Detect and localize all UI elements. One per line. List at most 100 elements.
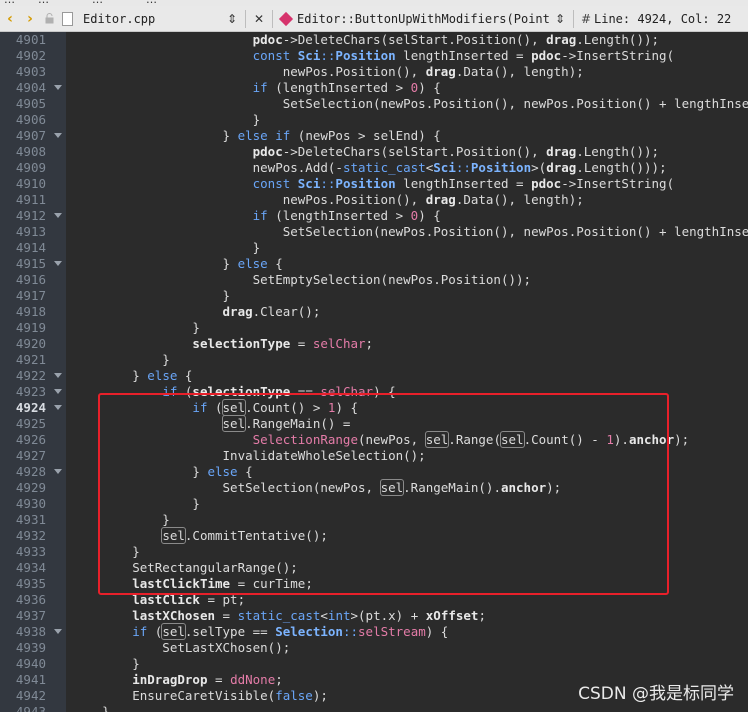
code-line[interactable]: 4943 }: [0, 704, 748, 712]
line-number: 4909: [15, 160, 46, 175]
function-switch-icon[interactable]: ⇕: [551, 6, 569, 31]
code-token: drag: [425, 64, 456, 79]
code-token: Sci: [297, 176, 321, 191]
code-line[interactable]: 4914 }: [0, 240, 748, 256]
code-line[interactable]: 4940 }: [0, 656, 748, 672]
fold-toggle-icon[interactable]: [54, 629, 62, 634]
line-number: 4927: [15, 448, 46, 463]
code-text: SetSelection(newPos.Position(), newPos.P…: [72, 96, 748, 112]
code-line[interactable]: 4932 sel.CommitTentative();: [0, 527, 748, 544]
code-line[interactable]: 4936 lastClick = pt;: [0, 592, 748, 608]
code-token: SetLastXChosen();: [72, 640, 291, 655]
code-line[interactable]: 4917 }: [0, 288, 748, 304]
code-token: }: [72, 352, 170, 367]
code-text: }: [72, 320, 200, 336]
code-token: EnsureCaretVisible(: [72, 688, 276, 703]
fold-toggle-icon[interactable]: [54, 389, 62, 394]
fold-toggle-icon[interactable]: [54, 213, 62, 218]
code-line[interactable]: 4911 newPos.Position(), drag.Data(), len…: [0, 192, 748, 208]
code-token: else: [237, 256, 276, 271]
code-token: if: [252, 80, 276, 95]
fold-toggle-icon[interactable]: [54, 373, 62, 378]
line-number: 4913: [15, 224, 46, 239]
close-icon[interactable]: ✕: [250, 6, 268, 31]
code-text: sel.RangeMain() =: [72, 415, 350, 432]
code-line[interactable]: 4921 }: [0, 352, 748, 368]
code-line[interactable]: 4913 SetSelection(newPos.Position(), new…: [0, 224, 748, 240]
code-line[interactable]: 4919 }: [0, 320, 748, 336]
code-text: SetEmptySelection(newPos.Position());: [72, 272, 531, 288]
code-token: Position: [335, 48, 396, 63]
code-line[interactable]: 4931 }: [0, 512, 748, 528]
code-text: if (lengthInserted > 0) {: [72, 208, 441, 224]
line-number: 4938: [15, 624, 46, 639]
code-text: sel.CommitTentative();: [72, 527, 328, 544]
code-token: lengthInserted =: [395, 48, 532, 63]
code-line[interactable]: 4912 if (lengthInserted > 0) {: [0, 208, 748, 224]
file-switch-icon[interactable]: ⇕: [223, 6, 241, 31]
code-line[interactable]: 4924 if (sel.Count() > 1) {: [0, 399, 748, 416]
function-selector[interactable]: Editor::ButtonUpWithModifiers(Point, u: [297, 6, 551, 31]
code-line[interactable]: 4925 sel.RangeMain() =: [0, 415, 748, 432]
code-text: SetSelection(newPos, sel.RangeMain().anc…: [72, 479, 561, 496]
code-line[interactable]: 4923 if (selectionType == selChar) {: [0, 384, 748, 400]
line-number: 4902: [15, 48, 46, 63]
code-token: );: [312, 688, 328, 703]
code-line[interactable]: 4909 newPos.Add(-static_cast<Sci::Positi…: [0, 160, 748, 176]
fold-toggle-icon[interactable]: [54, 469, 62, 474]
line-number: 4920: [15, 336, 46, 351]
code-line[interactable]: 4935 lastClickTime = curTime;: [0, 576, 748, 592]
code-token: else: [147, 368, 185, 383]
code-editor[interactable]: 4901 pdoc->DeleteChars(selStart.Position…: [0, 32, 748, 712]
code-line[interactable]: 4902 const Sci::Position lengthInserted …: [0, 48, 748, 64]
code-line[interactable]: 4934 SetRectangularRange();: [0, 560, 748, 576]
code-line[interactable]: 4908 pdoc->DeleteChars(selStart.Position…: [0, 144, 748, 160]
code-line[interactable]: 4938 if (sel.selType == Selection::selSt…: [0, 623, 748, 640]
code-token: (newPos > selEnd) {: [297, 128, 441, 143]
code-text: } else {: [72, 368, 192, 384]
code-line[interactable]: 4927 InvalidateWholeSelection();: [0, 448, 748, 464]
code-token: sel: [221, 399, 247, 416]
code-line[interactable]: 4930 }: [0, 496, 748, 512]
code-text: lastClickTime = curTime;: [72, 576, 313, 592]
code-line[interactable]: 4910 const Sci::Position lengthInserted …: [0, 176, 748, 192]
fold-toggle-icon[interactable]: [54, 85, 62, 90]
code-text: if (sel.selType == Selection::selStream)…: [72, 623, 448, 640]
code-line[interactable]: 4905 SetSelection(newPos.Position(), new…: [0, 96, 748, 112]
code-line[interactable]: 4928 } else {: [0, 464, 748, 480]
code-line[interactable]: 4937 lastXChosen = static_cast<int>(pt.x…: [0, 608, 748, 624]
chevron-left-icon[interactable]: ‹: [0, 6, 20, 31]
code-line[interactable]: 4916 SetEmptySelection(newPos.Position()…: [0, 272, 748, 288]
code-line[interactable]: 4929 SetSelection(newPos, sel.RangeMain(…: [0, 479, 748, 496]
chevron-right-icon[interactable]: ›: [20, 6, 40, 31]
code-token: pdoc: [252, 144, 283, 159]
fold-toggle-icon[interactable]: [54, 133, 62, 138]
line-number: 4933: [15, 544, 46, 559]
file-selector[interactable]: Editor.cpp: [79, 6, 223, 31]
line-number: 4925: [15, 416, 46, 431]
fold-toggle-icon[interactable]: [54, 405, 62, 410]
code-line[interactable]: 4918 drag.Clear();: [0, 304, 748, 320]
line-column-indicator[interactable]: Line: 4924, Col: 22: [594, 6, 731, 31]
code-token: const: [252, 176, 298, 191]
line-number: 4924: [15, 400, 46, 415]
code-line[interactable]: 4926 SelectionRange(newPos, sel.Range(se…: [0, 431, 748, 448]
code-line[interactable]: 4915 } else {: [0, 256, 748, 272]
code-line[interactable]: 4922 } else {: [0, 368, 748, 384]
code-line[interactable]: 4904 if (lengthInserted > 0) {: [0, 80, 748, 96]
fold-toggle-icon[interactable]: [54, 261, 62, 266]
code-line[interactable]: 4903 newPos.Position(), drag.Data(), len…: [0, 64, 748, 80]
code-line[interactable]: 4907 } else if (newPos > selEnd) {: [0, 128, 748, 144]
code-token: lastClick: [132, 592, 200, 607]
code-line[interactable]: 4933 }: [0, 544, 748, 560]
code-token: }: [72, 544, 140, 559]
code-line[interactable]: 4901 pdoc->DeleteChars(selStart.Position…: [0, 32, 748, 48]
lock-icon[interactable]: [40, 6, 58, 31]
code-line[interactable]: 4939 SetLastXChosen();: [0, 640, 748, 656]
code-line[interactable]: 4906 }: [0, 112, 748, 128]
code-line[interactable]: 4920 selectionType = selChar;: [0, 336, 748, 352]
